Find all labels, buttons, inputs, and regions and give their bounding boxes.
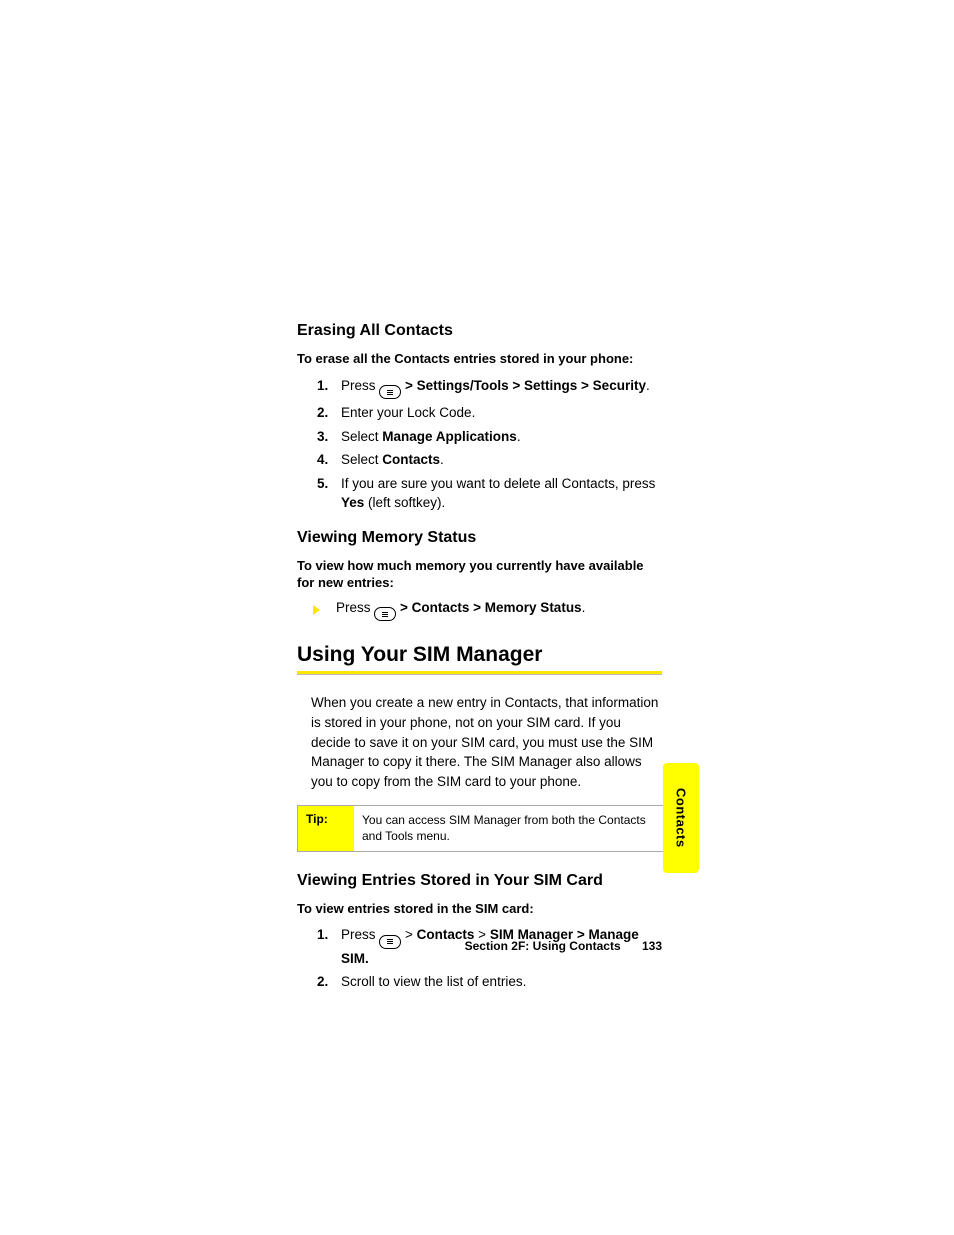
side-tab-label: Contacts xyxy=(674,788,689,848)
step-item: Press > Settings/Tools > Settings > Secu… xyxy=(341,376,662,400)
heading-rule xyxy=(297,671,662,675)
intro-memory: To view how much memory you currently ha… xyxy=(297,557,662,592)
bullet-memory: Press > Contacts > Memory Status. xyxy=(313,600,662,622)
step-item: If you are sure you want to delete all C… xyxy=(341,474,662,513)
steps-erase: Press > Settings/Tools > Settings > Secu… xyxy=(297,376,662,513)
intro-erase: To erase all the Contacts entries stored… xyxy=(297,350,662,368)
page-footer: Section 2F: Using Contacts 133 xyxy=(297,939,662,953)
menu-key-icon xyxy=(374,607,396,621)
heading-sim-manager: Using Your SIM Manager xyxy=(297,643,662,669)
page-content: Erasing All Contacts To erase all the Co… xyxy=(297,322,662,1008)
heading-memory-status: Viewing Memory Status xyxy=(297,529,662,547)
menu-key-icon xyxy=(379,385,401,399)
step-item: Select Contacts. xyxy=(341,450,662,470)
steps-sim: Press > Contacts > SIM Manager > Manage … xyxy=(297,925,662,992)
footer-page-number: 133 xyxy=(642,939,662,953)
step-item: Scroll to view the list of entries. xyxy=(341,972,662,992)
tip-label: Tip: xyxy=(298,806,354,850)
side-tab-contacts: Contacts xyxy=(663,763,699,873)
triangle-bullet-icon xyxy=(313,605,320,615)
heading-erasing-contacts: Erasing All Contacts xyxy=(297,322,662,340)
step-item: Select Manage Applications. xyxy=(341,427,662,447)
body-paragraph: When you create a new entry in Contacts,… xyxy=(311,693,662,791)
step-item: Enter your Lock Code. xyxy=(341,403,662,423)
intro-sim-entries: To view entries stored in the SIM card: xyxy=(297,900,662,918)
tip-box: Tip: You can access SIM Manager from bot… xyxy=(297,805,664,851)
tip-text: You can access SIM Manager from both the… xyxy=(354,806,663,850)
heading-sim-entries: Viewing Entries Stored in Your SIM Card xyxy=(297,872,662,890)
footer-section: Section 2F: Using Contacts xyxy=(465,939,621,953)
